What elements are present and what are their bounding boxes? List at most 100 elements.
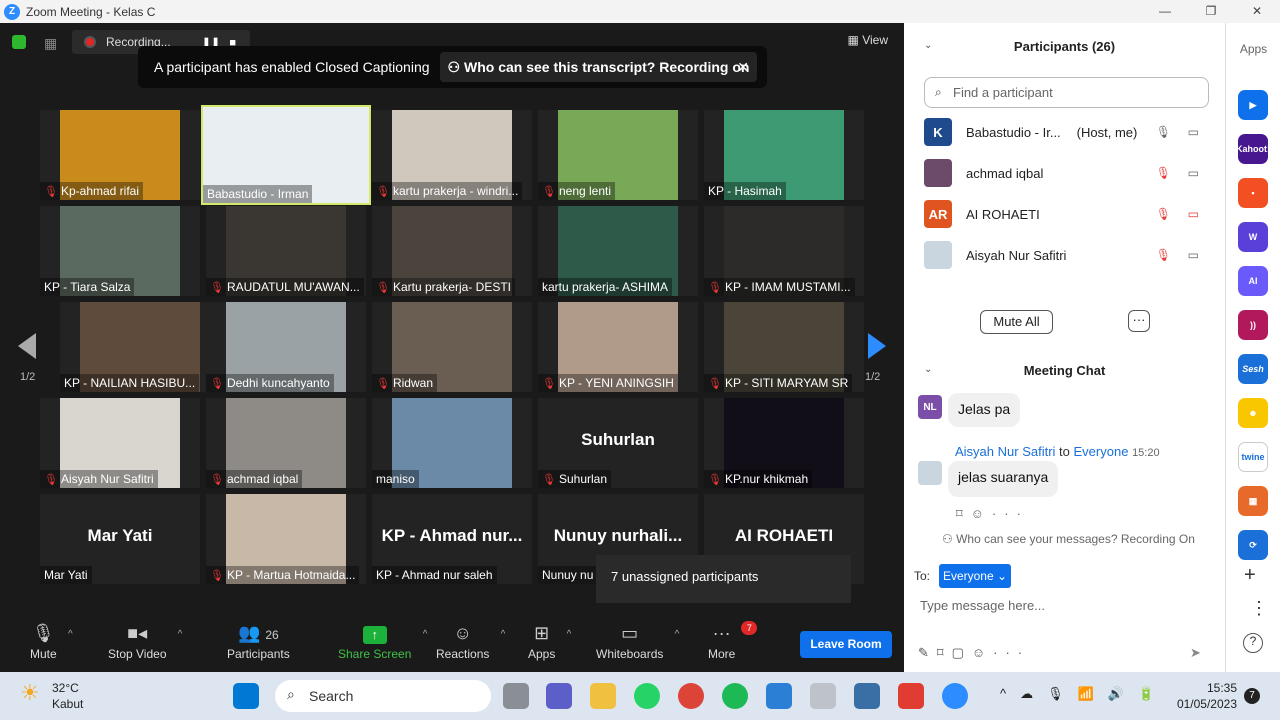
more-button[interactable]: ··· More 7 — [708, 621, 758, 661]
leave-room-button[interactable]: Leave Room — [800, 631, 892, 658]
app-icon[interactable]: ⟳ — [1238, 530, 1268, 560]
video-tile[interactable]: 🎙 neng lenti — [538, 110, 698, 200]
participants-button[interactable]: 👥 26 Participants — [227, 623, 290, 661]
file-explorer-icon[interactable] — [590, 683, 616, 709]
participant-row[interactable]: AR AI ROHAETI 🎙 ▭ — [924, 197, 1209, 231]
grid-icon[interactable]: ▦ — [44, 35, 57, 52]
twine-app[interactable]: twine — [1238, 442, 1268, 472]
chevron-up-icon[interactable]: ^ — [675, 629, 680, 640]
help-icon[interactable]: ? — [1243, 633, 1263, 653]
stop-video-button[interactable]: ■◂ Stop Video ^ — [108, 623, 183, 661]
caption-text: A participant has enabled Closed Caption… — [154, 59, 430, 75]
sesh-app[interactable]: Sesh — [1238, 354, 1268, 384]
camera-icon[interactable]: ▭ — [1188, 248, 1199, 262]
video-tile[interactable]: kartu prakerja- ASHIMA — [538, 206, 698, 296]
video-tile[interactable]: Mar Yati Mar Yati — [40, 494, 200, 584]
message-actions-icon[interactable]: ⌑☺··· — [956, 506, 1029, 522]
video-tile[interactable]: 🎙 RAUDATUL MU'AWAN... — [206, 206, 366, 296]
app-icon[interactable]: AI — [1238, 266, 1268, 296]
app-icon[interactable]: ▦ — [1238, 486, 1268, 516]
add-app-icon[interactable]: + — [1244, 564, 1256, 587]
chevron-up-icon[interactable]: ^ — [567, 629, 572, 640]
video-tile[interactable]: Suhurlan 🎙 Suhurlan — [538, 398, 698, 488]
chat-tools-icon[interactable]: ✎⌑▢☺··· — [918, 645, 1030, 661]
restore-icon[interactable]: ❐ — [1188, 0, 1234, 23]
emoji-app-icon[interactable]: ☻ — [1238, 398, 1268, 428]
whiteboards-button[interactable]: ▭ Whiteboards ^ — [596, 623, 679, 661]
chevron-up-icon[interactable]: ^ — [501, 629, 506, 640]
video-tile[interactable]: Babastudio - Irman — [201, 105, 371, 205]
minimize-icon[interactable]: — — [1142, 0, 1188, 23]
chevron-up-icon[interactable]: ^ — [423, 629, 428, 640]
video-tile[interactable]: 🎙 Aisyah Nur Safitri — [40, 398, 200, 488]
prev-page-icon[interactable] — [18, 333, 36, 359]
muted-mic-icon[interactable]: 🎙 — [1156, 207, 1171, 221]
video-tile[interactable]: 🎙 Ridwan — [372, 302, 532, 392]
video-off-icon[interactable]: ▭ — [1188, 207, 1199, 221]
video-tile[interactable]: 🎙 Kp-ahmad rifai — [40, 110, 200, 200]
recipient-select[interactable]: Everyone ⌄ — [939, 564, 1011, 588]
close-icon[interactable]: ✕ — [1234, 0, 1280, 23]
participants-more-button[interactable]: ··· — [1128, 310, 1150, 332]
chevron-up-icon[interactable]: ^ — [68, 629, 73, 640]
chat-input[interactable]: Type message here... — [920, 598, 1045, 613]
mute-button[interactable]: 🎙 Mute ^ — [30, 623, 73, 661]
taskbar-search[interactable]: ⌕ Search — [275, 680, 491, 712]
participant-search-input[interactable]: ⌕ Find a participant — [924, 77, 1209, 108]
notification-badge[interactable]: 7 — [1244, 688, 1260, 704]
chrome-icon[interactable] — [678, 683, 704, 709]
task-view-icon[interactable] — [503, 683, 529, 709]
microphone-icon[interactable]: 🎙 — [1156, 125, 1171, 139]
wooclap-icon[interactable]: W — [1238, 222, 1268, 252]
participants-label: Participants — [227, 647, 290, 661]
chat-visibility[interactable]: ⚇ Who can see your messages? Recording O… — [942, 532, 1195, 546]
participant-row[interactable]: achmad iqbal 🎙 ▭ — [924, 156, 1209, 190]
vscode-icon[interactable] — [766, 683, 792, 709]
teams-icon[interactable] — [546, 683, 572, 709]
chevron-up-icon[interactable]: ^ — [178, 629, 183, 640]
kahoot-app[interactable]: Kahoot! — [1236, 134, 1270, 164]
video-tile[interactable]: 🎙 kartu prakerja - windri... — [372, 110, 532, 200]
video-tile[interactable]: KP - Tiara Salza — [40, 206, 200, 296]
snipping-tool-icon[interactable] — [810, 683, 836, 709]
video-tile[interactable]: 🎙 KP - YENI ANINGSIH — [538, 302, 698, 392]
security-shield-icon[interactable] — [12, 35, 26, 49]
spotify-icon[interactable] — [722, 683, 748, 709]
share-screen-button[interactable]: ↑ Share Screen ^ — [338, 623, 427, 661]
camera-icon[interactable]: ▭ — [1188, 125, 1199, 139]
app-icon[interactable] — [854, 683, 880, 709]
reactions-button[interactable]: ☺ Reactions ^ — [436, 623, 505, 661]
camera-icon[interactable]: ▭ — [1188, 166, 1199, 180]
video-tile[interactable]: 🎙 KP - Martua Hotmaida... — [206, 494, 366, 584]
participant-row[interactable]: K Babastudio - Ir... (Host, me) 🎙 ▭ — [924, 115, 1209, 149]
whatsapp-icon[interactable] — [634, 683, 660, 709]
wps-office-icon[interactable] — [898, 683, 924, 709]
video-tile[interactable]: KP - Hasimah — [704, 110, 864, 200]
more-vertical-icon[interactable]: ⋮ — [1250, 598, 1268, 619]
muted-mic-icon[interactable]: 🎙 — [1156, 248, 1171, 262]
video-tile[interactable]: KP - NAILIAN HASIBU... — [60, 302, 220, 392]
system-tray-icon[interactable]: ^☁🎙📶🔊🔋 — [1000, 686, 1168, 702]
video-tile[interactable]: 🎙 KP.nur khikmah — [704, 398, 864, 488]
participant-row[interactable]: Aisyah Nur Safitri 🎙 ▭ — [924, 238, 1209, 272]
apps-button[interactable]: ⊞ Apps ^ — [528, 623, 571, 661]
video-tile[interactable]: 🎙 Kartu prakerja- DESTI — [372, 206, 532, 296]
muted-mic-icon[interactable]: 🎙 — [1156, 166, 1171, 180]
video-tile[interactable]: maniso — [372, 398, 532, 488]
mute-all-button[interactable]: Mute All — [980, 310, 1053, 334]
transcript-visibility[interactable]: ⚇ Who can see this transcript? Recording… — [439, 52, 758, 82]
video-tile[interactable]: 🎙 KP - IMAM MUSTAMI... — [704, 206, 864, 296]
video-tile[interactable]: KP - Ahmad nur... KP - Ahmad nur saleh — [372, 494, 532, 584]
start-icon[interactable] — [233, 683, 259, 709]
view-button[interactable]: ▦ View — [848, 33, 888, 47]
app-icon[interactable]: )) — [1238, 310, 1268, 340]
video-tile[interactable]: 🎙 Dedhi kuncahyanto — [206, 302, 366, 392]
next-page-icon[interactable] — [868, 333, 886, 359]
app-icon[interactable]: ▪ — [1238, 178, 1268, 208]
close-caption-icon[interactable]: ✕ — [737, 59, 749, 76]
zoom-taskbar-icon[interactable] — [942, 683, 968, 709]
video-tile[interactable]: 🎙 achmad iqbal — [206, 398, 366, 488]
send-icon[interactable]: ➤ — [1190, 645, 1201, 661]
app-icon[interactable]: ▶ — [1238, 90, 1268, 120]
video-tile[interactable]: 🎙 KP - SITI MARYAM SR — [704, 302, 864, 392]
